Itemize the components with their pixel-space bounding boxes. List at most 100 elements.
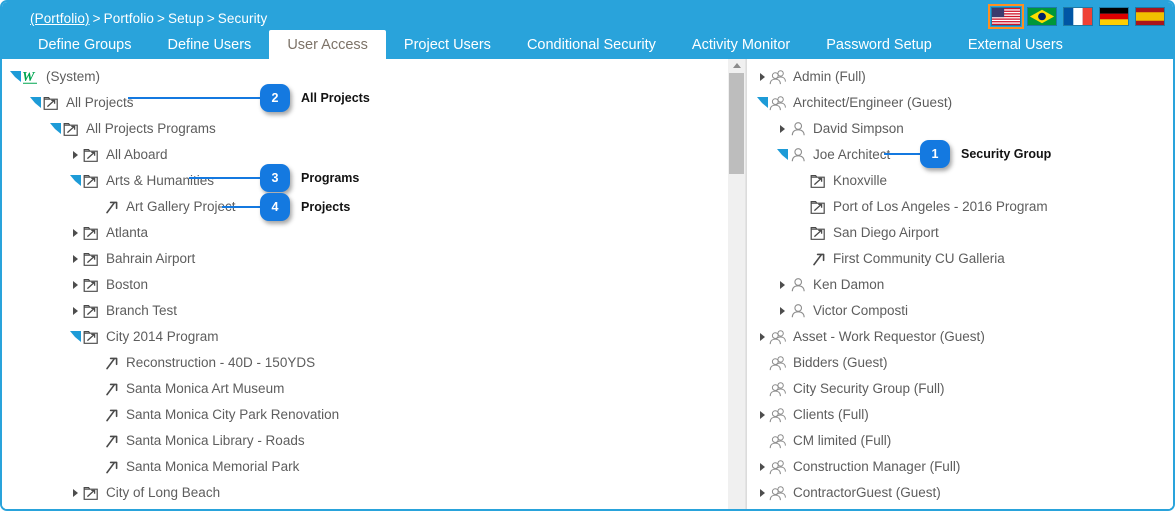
breadcrumb-item-setup[interactable]: Setup <box>168 11 204 26</box>
tree-node[interactable]: Admin (Full) <box>747 64 1173 90</box>
group-icon <box>769 484 788 503</box>
tree-node[interactable]: Art Gallery Project <box>2 194 728 220</box>
expand-triangle-icon[interactable] <box>755 324 769 350</box>
project-hammer-icon <box>102 198 121 217</box>
tree-node[interactable]: Santa Monica Library - Roads <box>2 428 728 454</box>
tree-node-label: Boston <box>106 277 149 293</box>
tree-node[interactable]: Santa Monica Art Museum <box>2 376 728 402</box>
tree-node[interactable]: Santa Monica City Park Renovation <box>2 402 728 428</box>
tree-node[interactable]: Atlanta <box>2 220 728 246</box>
tab-label: Define Groups <box>38 36 132 53</box>
tree-node[interactable]: Arts & Humanities <box>2 168 728 194</box>
tree-node[interactable]: City of Long Beach <box>2 480 728 506</box>
tree-node[interactable]: Construction Manager (Full) <box>747 454 1173 480</box>
tree-node[interactable]: Branch Test <box>2 298 728 324</box>
expand-triangle-icon[interactable] <box>68 298 82 324</box>
collapse-triangle-icon[interactable] <box>48 116 62 142</box>
tree-node-label: San Diego Airport <box>833 225 939 241</box>
tree-node[interactable]: Asset - Work Requestor (Guest) <box>747 324 1173 350</box>
flag-spain-icon[interactable] <box>1135 7 1165 26</box>
tree-node-label: City 2014 Program <box>106 329 219 345</box>
expand-triangle-icon[interactable] <box>775 272 789 298</box>
expand-triangle-icon[interactable] <box>755 480 769 506</box>
collapse-triangle-icon[interactable] <box>755 90 769 116</box>
projects-tree-scrollbar[interactable] <box>728 59 746 509</box>
tree-node-label: Port of Los Angeles - 2016 Program <box>833 199 1048 215</box>
collapse-triangle-icon[interactable] <box>68 168 82 194</box>
tree-node[interactable]: W (System) <box>2 64 728 90</box>
tree-node[interactable]: All Projects Programs <box>2 116 728 142</box>
tree-node-label: All Projects Programs <box>86 121 216 137</box>
tab-password-setup[interactable]: Password Setup <box>808 30 950 59</box>
expand-triangle-icon[interactable] <box>775 298 789 324</box>
tree-node[interactable]: David Simpson <box>747 116 1173 142</box>
tree-node-label: Branch Test <box>106 303 178 319</box>
scroll-up-arrow-icon[interactable] <box>728 59 745 72</box>
projects-tree: W (System) All Projects All Projects Progra… <box>2 59 728 506</box>
tree-node[interactable]: Bidders (Guest) <box>747 350 1173 376</box>
tree-node[interactable]: CM limited (Full) <box>747 428 1173 454</box>
collapse-triangle-icon[interactable] <box>68 324 82 350</box>
tree-node[interactable]: City Security Group (Full) <box>747 376 1173 402</box>
flag-united-states-icon[interactable] <box>988 4 1024 29</box>
tree-node[interactable]: Port of Los Angeles - 2016 Program <box>747 194 1173 220</box>
tree-node[interactable]: Knoxville <box>747 168 1173 194</box>
tree-node[interactable]: Bahrain Airport <box>2 246 728 272</box>
tree-node[interactable]: All Projects <box>2 90 728 116</box>
tree-node[interactable]: Reconstruction - 40D - 150YDS <box>2 350 728 376</box>
tab-activity-monitor[interactable]: Activity Monitor <box>674 30 808 59</box>
expand-triangle-icon[interactable] <box>755 454 769 480</box>
tab-external-users[interactable]: External Users <box>950 30 1081 59</box>
expand-triangle-icon[interactable] <box>755 64 769 90</box>
tree-node[interactable]: First Community CU Galleria <box>747 246 1173 272</box>
tab-define-users[interactable]: Define Users <box>150 30 270 59</box>
tab-conditional-security[interactable]: Conditional Security <box>509 30 674 59</box>
user-icon <box>789 276 808 295</box>
tree-node[interactable]: San Diego Airport <box>747 220 1173 246</box>
expand-triangle-icon[interactable] <box>775 116 789 142</box>
scrollbar-thumb[interactable] <box>729 73 744 174</box>
expand-triangle-icon[interactable] <box>755 402 769 428</box>
tree-node-label: (System) <box>46 69 100 85</box>
collapse-triangle-icon[interactable] <box>8 64 22 90</box>
breadcrumb-separator: > <box>92 11 101 26</box>
collapse-triangle-icon[interactable] <box>28 90 42 116</box>
tree-node-label: Ken Damon <box>813 277 885 293</box>
tree-node[interactable]: Ken Damon <box>747 272 1173 298</box>
tab-user-access[interactable]: User Access <box>269 30 386 59</box>
tree-node-label: First Community CU Galleria <box>833 251 1005 267</box>
flag-germany-icon[interactable] <box>1099 7 1129 26</box>
tree-node[interactable]: Santa Monica Memorial Park <box>2 454 728 480</box>
tree-node[interactable]: Victor Composti <box>747 298 1173 324</box>
expand-triangle-icon[interactable] <box>68 272 82 298</box>
tab-label: Activity Monitor <box>691 36 791 53</box>
flag-brazil-icon[interactable] <box>1027 7 1057 26</box>
tree-node[interactable]: City 2014 Program <box>2 324 728 350</box>
collapse-triangle-icon[interactable] <box>775 142 789 168</box>
expand-triangle-icon[interactable] <box>68 142 82 168</box>
tab-define-groups[interactable]: Define Groups <box>20 30 150 59</box>
expand-triangle-icon[interactable] <box>68 220 82 246</box>
flag-france-icon[interactable] <box>1063 7 1093 26</box>
expand-triangle-icon[interactable] <box>68 246 82 272</box>
tree-node[interactable]: Architect/Engineer (Guest) <box>747 90 1173 116</box>
tree-node-label: Knoxville <box>833 173 888 189</box>
tree-node[interactable]: Boston <box>2 272 728 298</box>
tree-node[interactable]: Joe Architect <box>747 142 1173 168</box>
tree-node[interactable]: All Aboard <box>2 142 728 168</box>
tree-node-label: Arts & Humanities <box>106 173 215 189</box>
breadcrumb-item-portfolio[interactable]: Portfolio <box>104 11 154 26</box>
tree-node[interactable]: Clients (Full) <box>747 402 1173 428</box>
tab-project-users[interactable]: Project Users <box>386 30 509 59</box>
tree-node[interactable]: ContractorGuest (Guest) <box>747 480 1173 506</box>
tree-node-label: Bidders (Guest) <box>793 355 888 371</box>
breadcrumb-link-portfolio[interactable]: (Portfolio) <box>30 11 90 26</box>
expand-triangle-icon[interactable] <box>68 480 82 506</box>
